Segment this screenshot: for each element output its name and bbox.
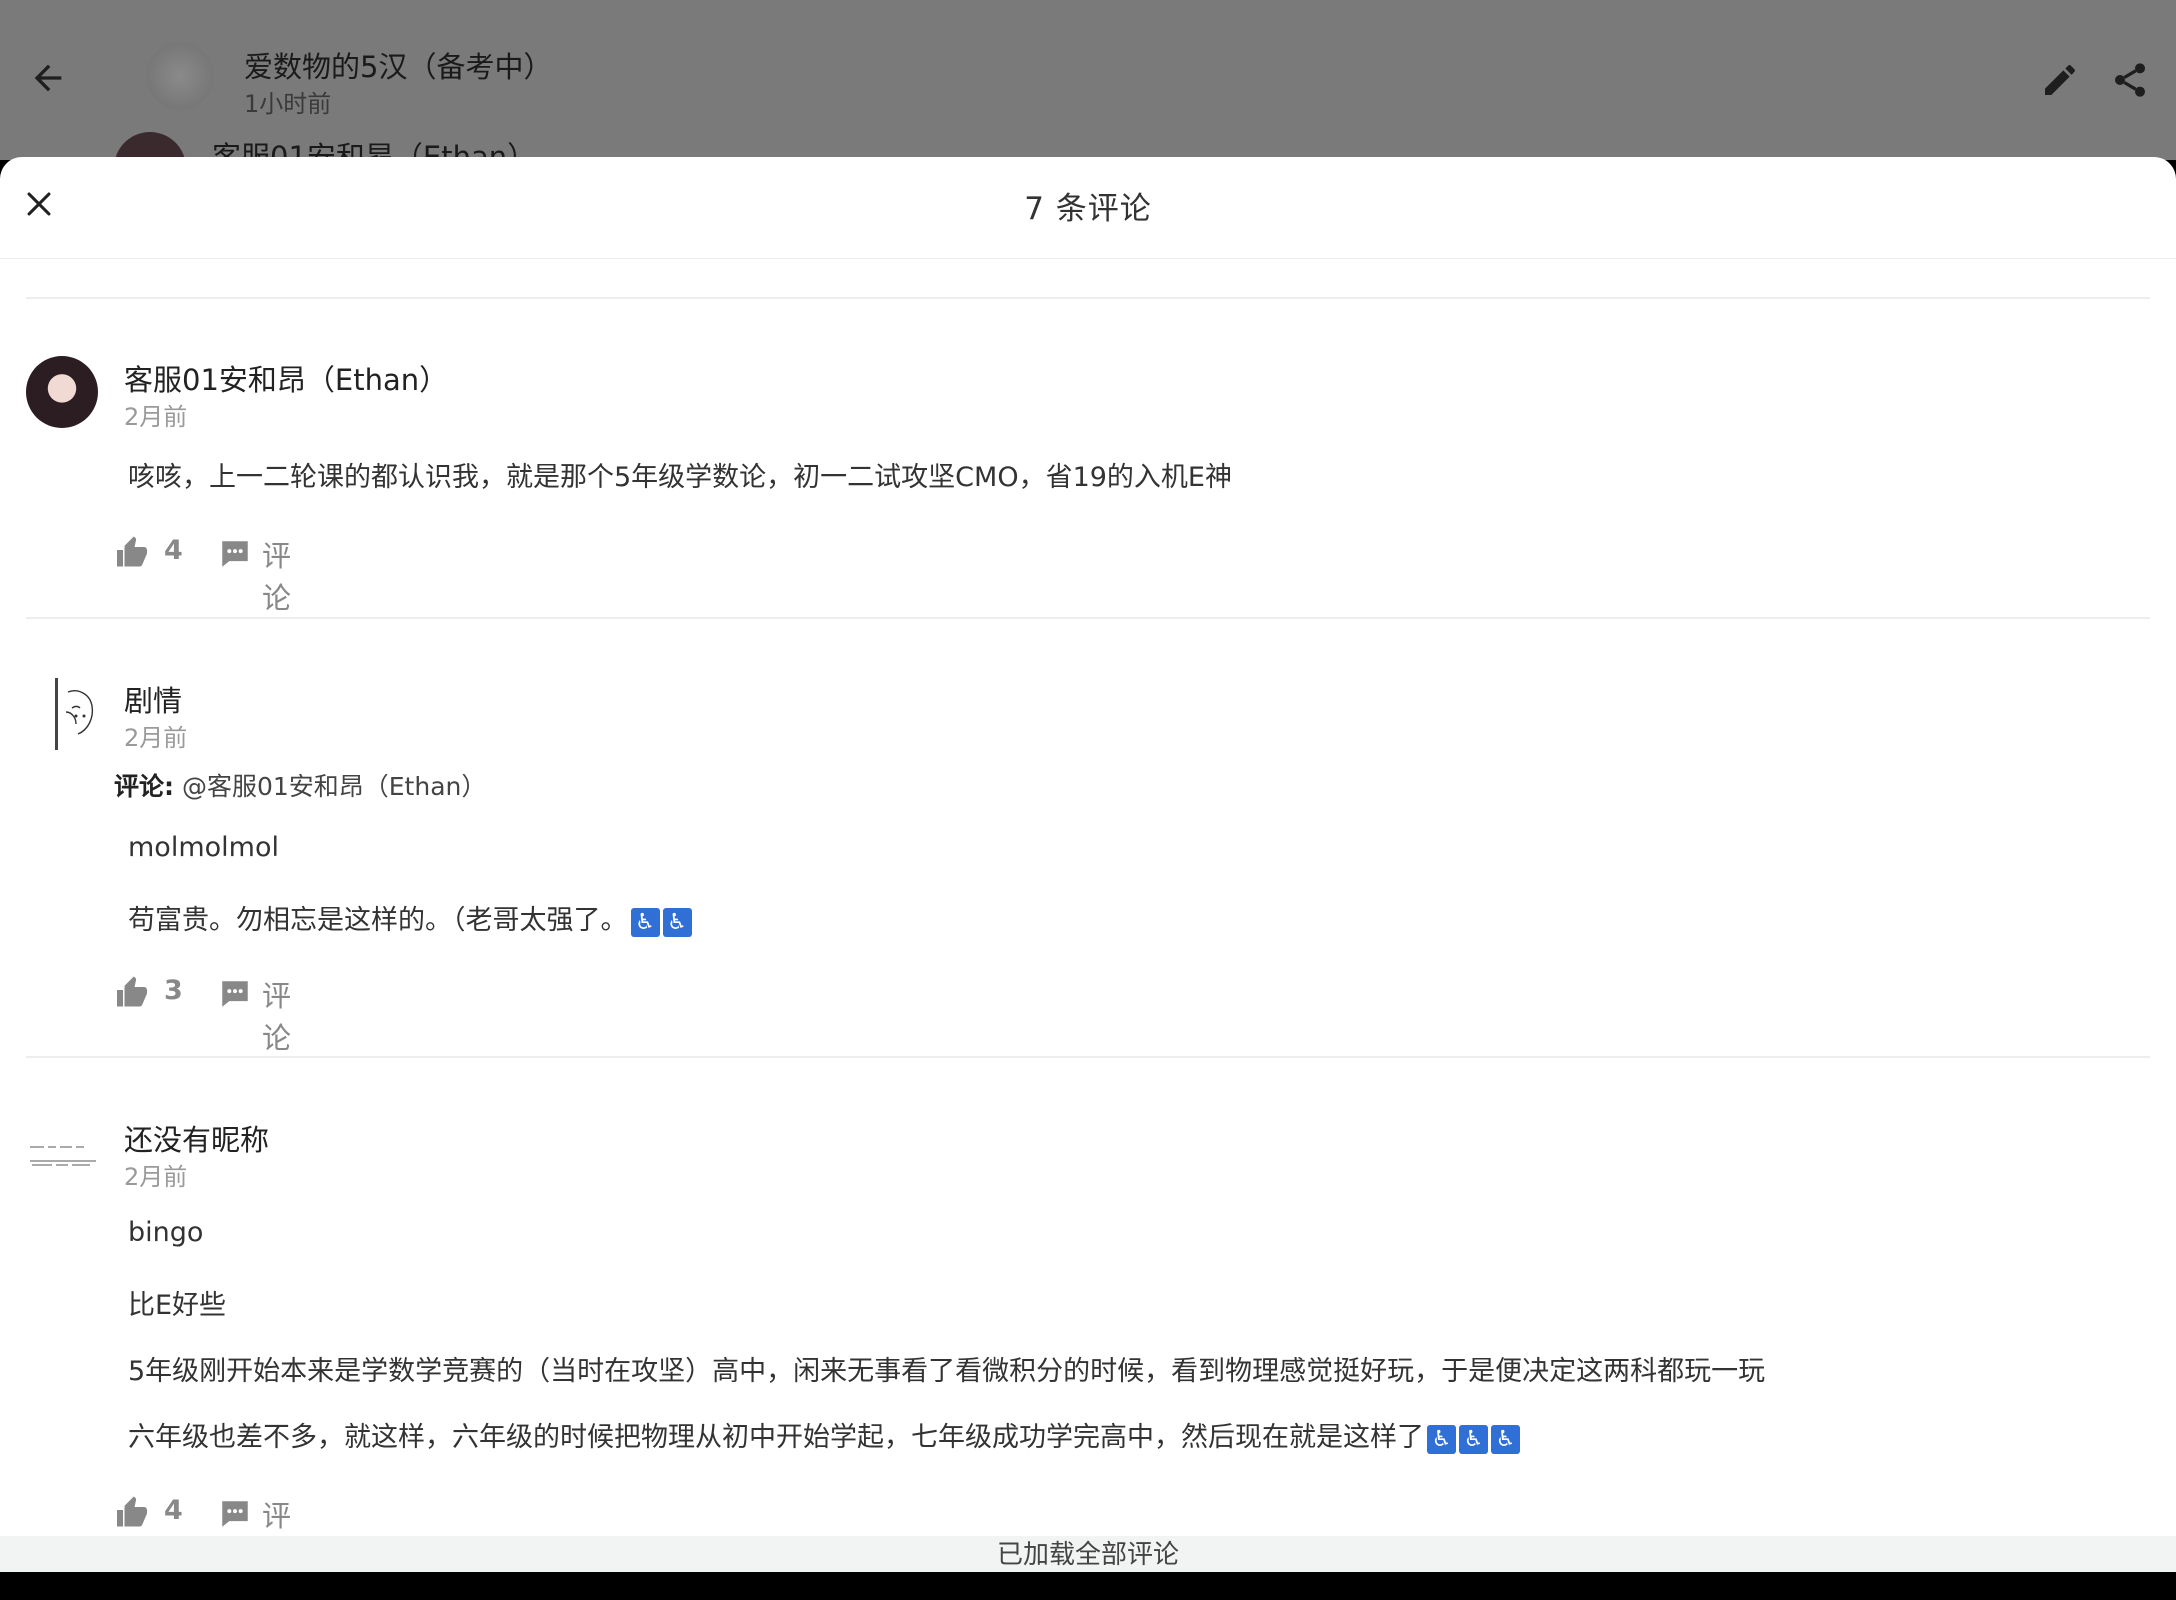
comment-bubble-icon[interactable] xyxy=(218,537,252,571)
like-count: 3 xyxy=(164,975,183,1006)
comment-time: 2月前 xyxy=(124,403,188,431)
comment-text: 咳咳，上一二轮课的都认识我，就是那个5年级学数论，初一二试攻坚CMO，省19的入… xyxy=(128,462,1232,493)
reply-prefix: 评论: xyxy=(114,772,174,801)
comment-bubble-icon[interactable] xyxy=(218,977,252,1011)
comment-text: 苟富贵。勿相忘是这样的。（老哥太强了。 ♿ ♿ xyxy=(128,898,692,937)
comment-time: 2月前 xyxy=(124,1163,188,1191)
wheelchair-emoji: ♿ xyxy=(1459,1425,1488,1454)
wheelchair-emoji: ♿ xyxy=(662,908,692,937)
wheelchair-emoji: ♿ xyxy=(630,908,660,937)
share-icon[interactable] xyxy=(2110,60,2150,100)
comments-sheet: 7 条评论 客服01安和昂（Ethan） 2月前 咳咳，上一二轮课的都认识我，就… xyxy=(0,157,2176,1572)
comment-author-name[interactable]: 客服01安和昂（Ethan） xyxy=(124,357,448,399)
avatar[interactable] xyxy=(26,1117,98,1189)
post-header-background: 爱数物的5汉（备考中） 1小时前 客服01安和昂（Ethan） xyxy=(0,0,2176,204)
comment-time: 2月前 xyxy=(124,724,188,752)
comment-text: bingo xyxy=(128,1217,204,1248)
comment-text-line: 六年级也差不多，就这样，六年级的时候把物理从初中开始学起，七年级成功学完高中，然… xyxy=(128,1422,1424,1453)
sketch-avatar-icon xyxy=(65,690,94,735)
comment-author-name[interactable]: 剧情 xyxy=(124,678,182,720)
wheelchair-emoji: ♿ xyxy=(1427,1425,1456,1454)
thumbs-up-icon[interactable] xyxy=(114,975,150,1011)
divider xyxy=(26,1056,2150,1058)
comment-author-name[interactable]: 还没有昵称 xyxy=(124,1117,269,1159)
avatar[interactable] xyxy=(55,678,98,750)
post-time: 1小时前 xyxy=(244,90,332,118)
reply-button[interactable]: 评论 xyxy=(262,973,291,1057)
comment-text: 比E好些 xyxy=(128,1290,227,1321)
arrow-left-icon[interactable] xyxy=(28,58,68,98)
comment-text: 六年级也差不多，就这样，六年级的时候把物理从初中开始学起，七年级成功学完高中，然… xyxy=(128,1415,1520,1454)
avatar[interactable] xyxy=(26,356,98,428)
pencil-icon[interactable] xyxy=(2040,60,2080,100)
comment-bubble-icon[interactable] xyxy=(218,1497,252,1531)
post-author-name[interactable]: 爱数物的5汉（备考中） xyxy=(244,44,552,86)
reply-reference: 评论: @客服01安和昂（Ethan） xyxy=(114,767,486,803)
post-author-avatar[interactable] xyxy=(146,42,214,110)
sheet-title: 7 条评论 xyxy=(1024,191,1152,227)
reply-button[interactable]: 评论 xyxy=(262,533,291,617)
all-loaded-footer: 已加载全部评论 xyxy=(0,1536,2176,1572)
comment-text: molmolmol xyxy=(128,832,279,863)
wheelchair-emoji: ♿ xyxy=(1491,1425,1520,1454)
placeholder-avatar-icon xyxy=(30,1146,96,1166)
like-count: 4 xyxy=(164,535,183,566)
reply-mention[interactable]: @客服01安和昂（Ethan） xyxy=(182,772,486,801)
like-count: 4 xyxy=(164,1495,183,1526)
comment-text-line: 苟富贵。勿相忘是这样的。（老哥太强了。 xyxy=(128,905,628,936)
thumbs-up-icon[interactable] xyxy=(114,535,150,571)
sheet-header: 7 条评论 xyxy=(0,157,2176,259)
thumbs-up-icon[interactable] xyxy=(114,1495,150,1531)
divider xyxy=(26,297,2150,299)
divider xyxy=(26,617,2150,619)
comment-text: 5年级刚开始本来是学数学竞赛的（当时在攻坚）高中，闲来无事看了看微积分的时候，看… xyxy=(128,1356,1766,1387)
